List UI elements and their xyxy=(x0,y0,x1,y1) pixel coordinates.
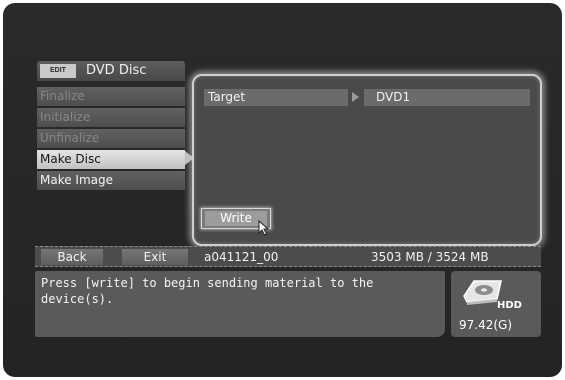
exit-button[interactable]: Exit xyxy=(122,249,188,265)
side-menu: Finalize Initialize Unfinalize Make Disc… xyxy=(37,87,185,192)
menu-item-make-disc[interactable]: Make Disc xyxy=(37,150,185,169)
mouse-pointer-icon xyxy=(258,220,270,236)
target-label: Target xyxy=(204,89,348,106)
menu-item-finalize[interactable]: Finalize xyxy=(37,87,185,106)
edit-badge: EDIT xyxy=(40,64,76,78)
menu-item-initialize[interactable]: Initialize xyxy=(37,108,185,127)
back-button[interactable]: Back xyxy=(41,249,103,265)
item-name: a041121_00 xyxy=(204,250,279,264)
page-title: DVD Disc xyxy=(86,63,147,78)
hdd-free-space: 97.42(G) xyxy=(459,318,513,332)
menu-item-make-image[interactable]: Make Image xyxy=(37,171,185,190)
hdd-label: HDD xyxy=(497,300,522,311)
help-message: Press [write] to begin sending material … xyxy=(35,271,445,337)
target-select[interactable]: DVD1 xyxy=(364,89,530,106)
menu-item-unfinalize[interactable]: Unfinalize xyxy=(37,129,185,148)
target-arrow-icon xyxy=(352,92,359,102)
disc-capacity: 3503 MB / 3524 MB xyxy=(371,250,489,264)
